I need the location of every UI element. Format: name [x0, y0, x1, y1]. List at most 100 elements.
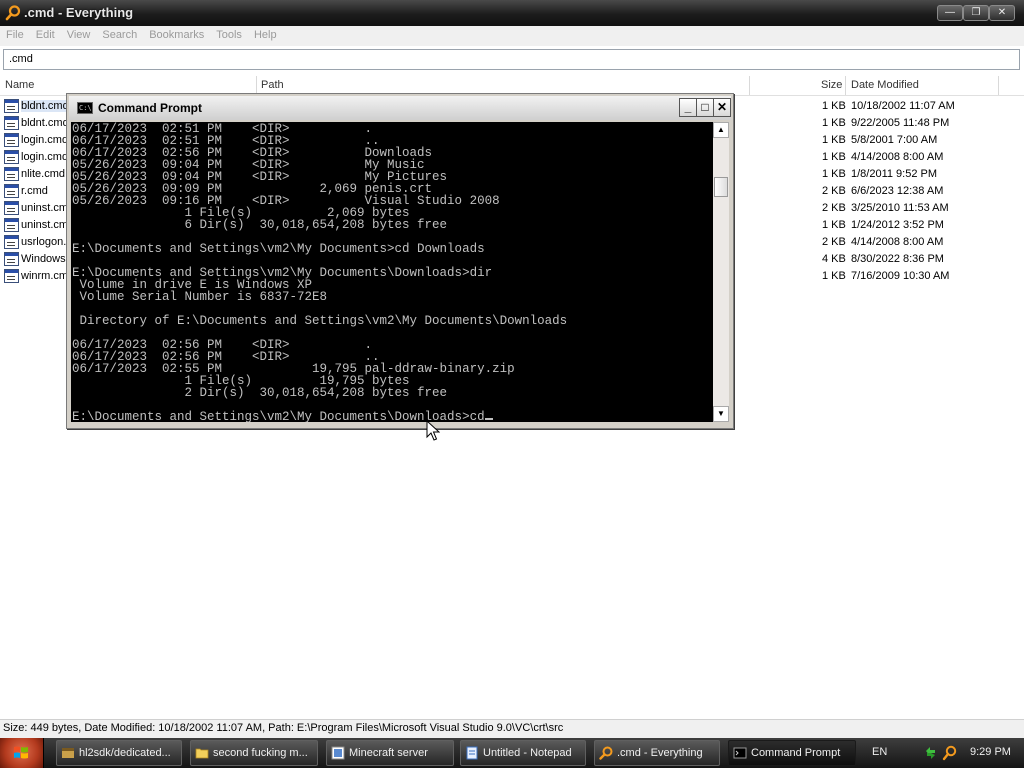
notepad-icon: [466, 746, 478, 760]
search-input[interactable]: .cmd: [3, 49, 1020, 70]
minimize-button[interactable]: —: [937, 5, 963, 21]
file-name: login.cmd: [21, 151, 68, 163]
file-size: 1 KB: [822, 100, 846, 112]
menu-bar: File Edit View Search Bookmarks Tools Help: [0, 26, 1024, 46]
file-size: 2 KB: [822, 185, 846, 197]
magnifier-icon: [599, 746, 613, 760]
file-name: bldnt.cmd: [21, 117, 68, 129]
cmd-minimize-button[interactable]: _: [679, 98, 697, 117]
everything-titlebar[interactable]: .cmd - Everything — ❐ ✕: [0, 0, 1024, 26]
scrollbar-thumb[interactable]: [714, 177, 728, 197]
mouse-pointer-icon: [426, 420, 440, 441]
cmd-file-icon: [4, 133, 19, 147]
taskbar-item-folder[interactable]: second fucking m...: [190, 740, 318, 766]
file-date: 9/22/2005 11:48 PM: [851, 117, 950, 129]
taskbar-item-label: Untitled - Notepad: [483, 747, 572, 759]
windows-logo-icon: [14, 746, 28, 759]
file-name: bldnt.cmd: [21, 100, 68, 112]
scroll-down-arrow-icon[interactable]: ▼: [713, 406, 729, 422]
taskbar-item-command-prompt[interactable]: Command Prompt: [728, 740, 856, 766]
restore-button[interactable]: ❐: [963, 5, 989, 21]
cmd-file-icon: [4, 252, 19, 266]
taskbar-item-label: second fucking m...: [213, 747, 308, 759]
scroll-up-arrow-icon[interactable]: ▲: [713, 122, 729, 138]
command-prompt-window[interactable]: C:\ Command Prompt _ □ ✕ 06/17/2023 02:5…: [66, 93, 734, 429]
cmd-file-icon: [4, 201, 19, 215]
text-cursor: [484, 418, 493, 420]
menu-search[interactable]: Search: [96, 26, 143, 41]
column-date-modified[interactable]: Date Modified: [851, 79, 919, 91]
column-path[interactable]: Path: [261, 79, 284, 91]
taskbar-item-label: .cmd - Everything: [617, 747, 703, 759]
taskbar-item-label: Minecraft server: [349, 747, 428, 759]
file-date: 1/24/2012 3:52 PM: [851, 219, 944, 231]
magnifier-icon: [5, 5, 21, 21]
system-tray-icons[interactable]: [924, 745, 960, 761]
file-name: uninst.cmd: [21, 219, 68, 231]
java-app-icon: [331, 746, 345, 760]
taskbar-item-notepad[interactable]: Untitled - Notepad: [460, 740, 586, 766]
app-icon: [62, 748, 74, 758]
cmd-close-button[interactable]: ✕: [713, 98, 731, 117]
console-text: 06/17/2023 02:51 PM <DIR> . 06/17/2023 0…: [71, 122, 713, 422]
folder-icon: [195, 748, 209, 759]
file-size: 1 KB: [822, 117, 846, 129]
file-date: 3/25/2010 11:53 AM: [851, 202, 949, 214]
file-date: 7/16/2009 10:30 AM: [851, 270, 950, 282]
taskbar-item-label: hl2sdk/dedicated...: [79, 747, 171, 759]
file-date: 4/14/2008 8:00 AM: [851, 236, 944, 248]
file-size: 4 KB: [822, 253, 846, 265]
file-date: 10/18/2002 11:07 AM: [851, 100, 955, 112]
column-name[interactable]: Name: [5, 79, 34, 91]
file-name: uninst.cmd: [21, 202, 68, 214]
file-size: 2 KB: [822, 236, 846, 248]
file-size: 1 KB: [822, 151, 846, 163]
window-title: .cmd - Everything: [24, 5, 134, 20]
file-size: 1 KB: [822, 168, 846, 180]
vertical-scrollbar[interactable]: ▲ ▼: [713, 122, 729, 422]
column-separator[interactable]: [749, 76, 750, 95]
cmd-file-icon: [4, 235, 19, 249]
console-icon: [733, 747, 747, 759]
menu-tools[interactable]: Tools: [210, 26, 248, 41]
console-icon: C:\: [77, 102, 93, 114]
menu-bookmarks[interactable]: Bookmarks: [143, 26, 210, 41]
cmd-file-icon: [4, 150, 19, 164]
command-prompt-titlebar[interactable]: C:\ Command Prompt _ □ ✕: [69, 96, 731, 120]
file-name: usrlogon.cmd: [21, 236, 68, 248]
console-output[interactable]: 06/17/2023 02:51 PM <DIR> . 06/17/2023 0…: [71, 122, 713, 422]
taskbar-item-everything[interactable]: .cmd - Everything: [594, 740, 720, 766]
cmd-file-icon: [4, 116, 19, 130]
column-separator[interactable]: [998, 76, 999, 95]
file-size: 1 KB: [822, 134, 846, 146]
cmd-file-icon: [4, 218, 19, 232]
status-bar: Size: 449 bytes, Date Modified: 10/18/20…: [0, 719, 1024, 738]
menu-file[interactable]: File: [0, 26, 30, 41]
file-name: nlite.cmd: [21, 168, 66, 180]
menu-help[interactable]: Help: [248, 26, 283, 41]
taskbar-item-hl2sdk[interactable]: hl2sdk/dedicated...: [56, 740, 182, 766]
file-date: 4/14/2008 8:00 AM: [851, 151, 944, 163]
menu-edit[interactable]: Edit: [30, 26, 61, 41]
file-name: r.cmd: [21, 185, 48, 197]
file-size: 1 KB: [822, 270, 846, 282]
menu-view[interactable]: View: [61, 26, 97, 41]
command-prompt-title: Command Prompt: [98, 101, 203, 115]
column-size[interactable]: Size: [821, 79, 842, 91]
taskbar: hl2sdk/dedicated... second fucking m... …: [0, 738, 1024, 768]
taskbar-item-label: Command Prompt: [751, 747, 841, 759]
file-size: 2 KB: [822, 202, 846, 214]
cmd-file-icon: [4, 269, 19, 283]
cmd-file-icon: [4, 167, 19, 181]
column-separator[interactable]: [845, 76, 846, 95]
file-date: 5/8/2001 7:00 AM: [851, 134, 938, 146]
start-button[interactable]: [0, 738, 44, 768]
taskbar-item-minecraft-server[interactable]: Minecraft server: [326, 740, 454, 766]
console-lines: 06/17/2023 02:51 PM <DIR> . 06/17/2023 0…: [72, 122, 568, 422]
clock[interactable]: 9:29 PM: [970, 746, 1011, 758]
language-indicator[interactable]: EN: [872, 746, 887, 758]
file-name: login.cmd: [21, 134, 68, 146]
cmd-maximize-button[interactable]: □: [696, 98, 714, 117]
file-size: 1 KB: [822, 219, 846, 231]
close-button[interactable]: ✕: [989, 5, 1015, 21]
